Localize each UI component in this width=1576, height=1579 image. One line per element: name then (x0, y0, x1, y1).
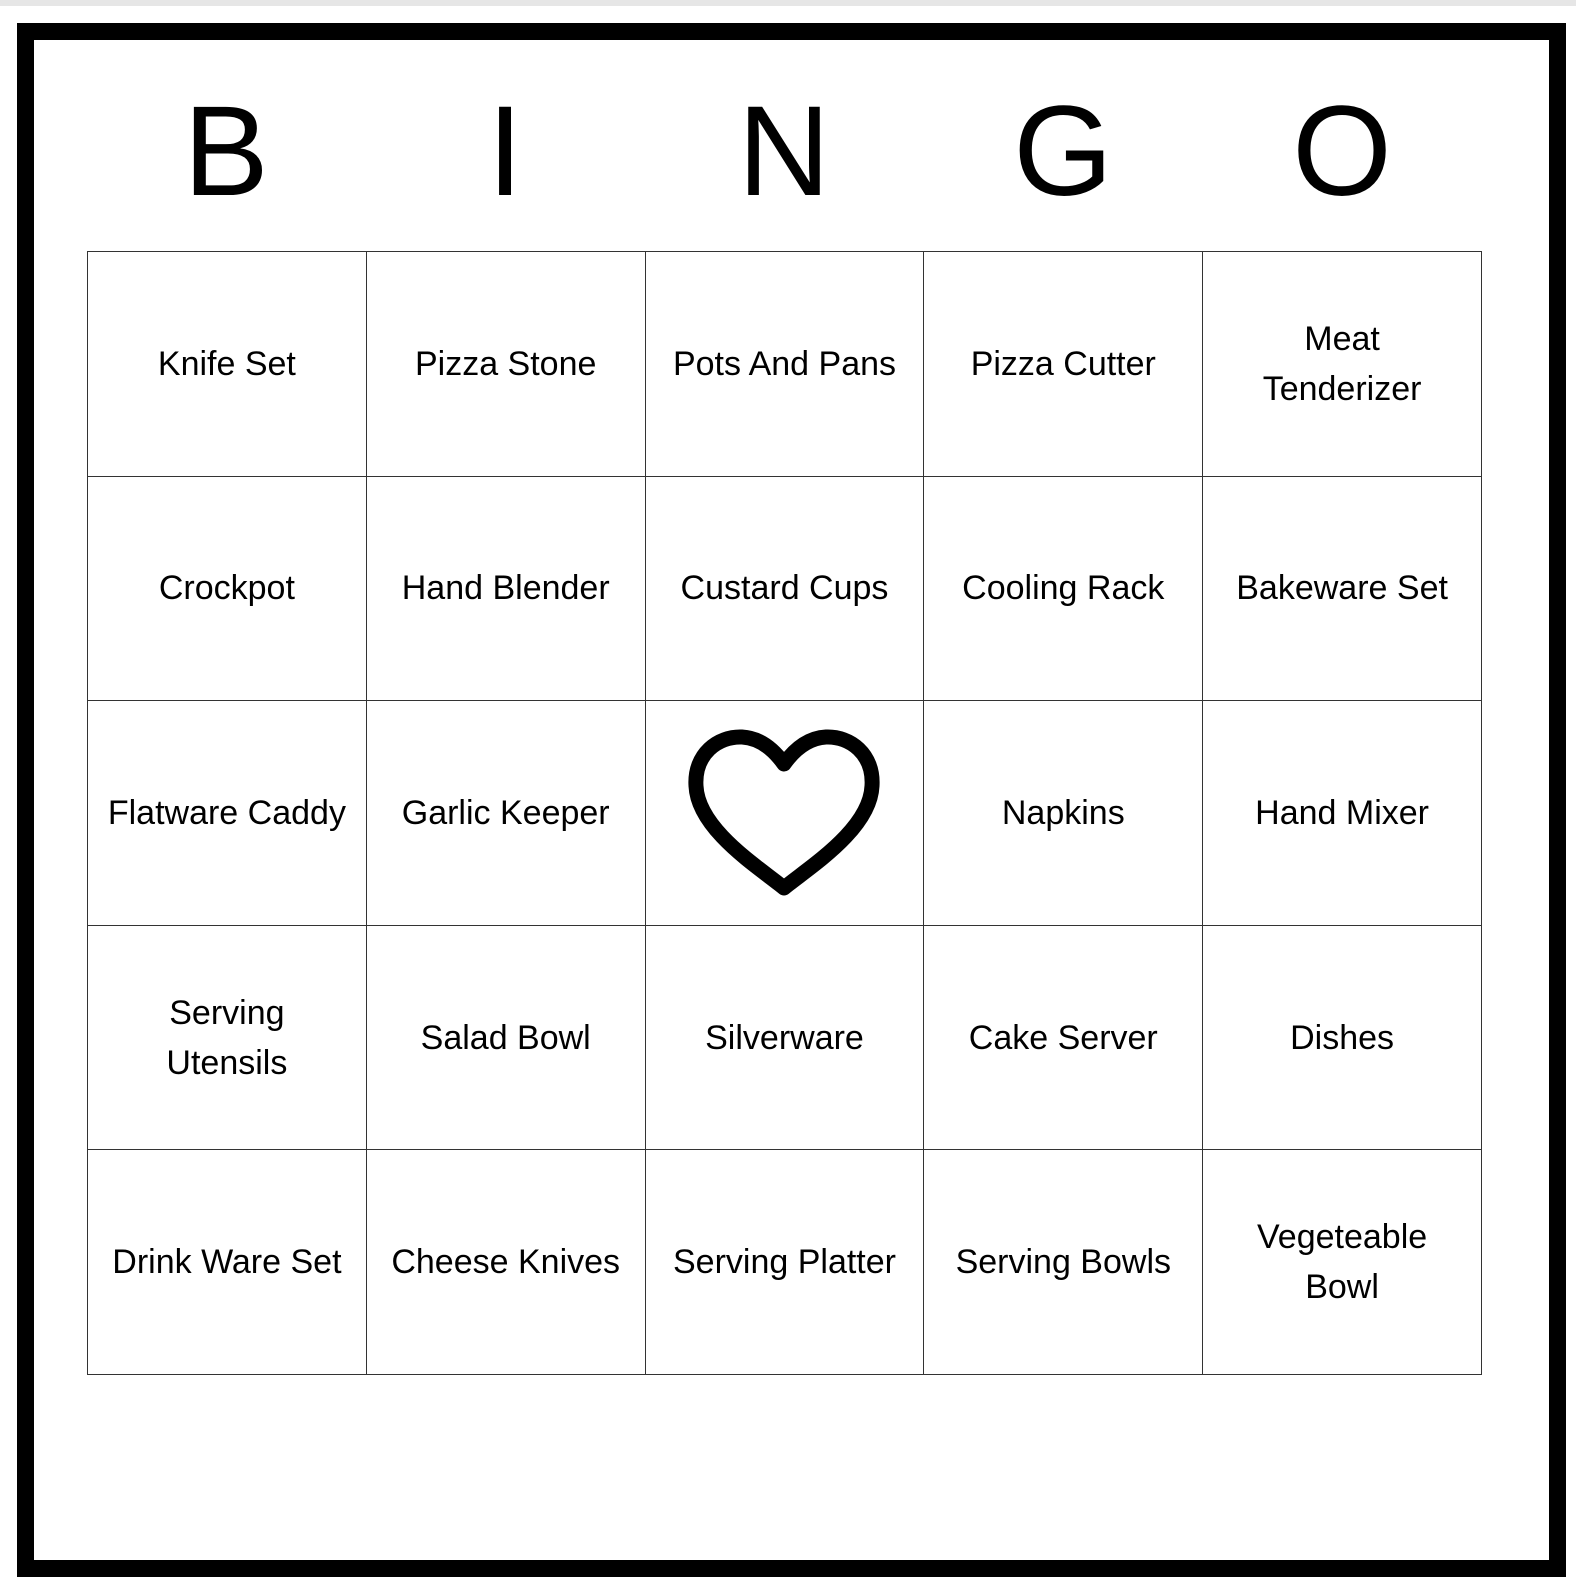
bingo-cell: Knife Set (88, 252, 367, 477)
cell-label: Garlic Keeper (401, 793, 610, 832)
bingo-card: B I N G O Knife Set Pizza Stone Pots And… (17, 23, 1566, 1577)
cell-label: Bakeware Set (1236, 569, 1448, 608)
header-letter-n: N (737, 80, 831, 223)
bingo-cell: Serving Bowls (924, 1150, 1204, 1375)
header-letter-b: B (183, 80, 269, 223)
cell-label: Napkins (1001, 793, 1125, 832)
cell-label: Vegeteable Bowl (1256, 1218, 1428, 1307)
bingo-cell: Garlic Keeper (366, 701, 646, 926)
cell-label: Serving Platter (672, 1243, 896, 1282)
bingo-cell: Silverware (645, 925, 925, 1151)
cell-label: Serving Utensils (166, 993, 288, 1082)
bingo-cell: Cooling Rack (924, 476, 1204, 702)
cell-label: Crockpot (158, 569, 295, 608)
bingo-cell: Cheese Knives (366, 1150, 646, 1375)
bingo-cell: Pizza Cutter (924, 252, 1204, 477)
cell-label: Salad Bowl (420, 1018, 591, 1057)
cell-label: Hand Blender (401, 569, 610, 608)
bingo-cell: Hand Blender (366, 476, 646, 702)
cell-label: Custard Cups (680, 569, 889, 608)
bingo-cell: Pizza Stone (366, 252, 646, 477)
bingo-cell: Salad Bowl (366, 925, 646, 1151)
header-letter-i: I (487, 80, 523, 223)
cell-label: Cake Server (968, 1018, 1158, 1057)
cell-label: Cheese Knives (391, 1243, 621, 1282)
bingo-cell: Pots And Pans (645, 252, 925, 477)
bingo-cell: Napkins (924, 701, 1204, 926)
cell-label: Cooling Rack (962, 569, 1165, 608)
cell-label: Serving Bowls (955, 1243, 1171, 1282)
bingo-cell: Custard Cups (645, 476, 925, 702)
bingo-cell: Dishes (1203, 925, 1482, 1151)
bingo-cell: Meat Tenderizer (1203, 252, 1482, 477)
bingo-cell: Bakeware Set (1203, 476, 1482, 702)
cell-label: Hand Mixer (1255, 793, 1429, 832)
bingo-header: B I N G O (34, 40, 1549, 260)
cell-label: Silverware (705, 1018, 864, 1057)
bingo-cell: Serving Platter (645, 1150, 925, 1375)
bingo-grid: Knife Set Pizza Stone Pots And Pans Pizz… (87, 251, 1482, 1375)
header-letter-o: O (1292, 80, 1392, 223)
bingo-cell: Hand Mixer (1203, 701, 1482, 926)
bingo-cell: Serving Utensils (88, 925, 367, 1151)
cell-label: Pizza Cutter (970, 344, 1156, 383)
bingo-cell: Drink Ware Set (88, 1150, 367, 1375)
bingo-cell: Flatware Caddy (88, 701, 367, 926)
bingo-cell: Cake Server (924, 925, 1204, 1151)
bingo-cell: Vegeteable Bowl (1203, 1150, 1482, 1375)
top-strip (0, 0, 1576, 6)
cell-label: Dishes (1290, 1018, 1395, 1057)
cell-label: Drink Ware Set (112, 1243, 342, 1282)
cell-label: Flatware Caddy (107, 793, 346, 832)
free-space-cell (645, 701, 925, 926)
cell-label: Pizza Stone (414, 344, 597, 383)
heart-icon (688, 729, 880, 896)
cell-label: Pots And Pans (672, 344, 897, 383)
cell-label: Meat Tenderizer (1262, 319, 1422, 408)
header-letter-g: G (1013, 80, 1113, 223)
cell-label: Knife Set (157, 344, 296, 383)
bingo-cell: Crockpot (88, 476, 367, 702)
